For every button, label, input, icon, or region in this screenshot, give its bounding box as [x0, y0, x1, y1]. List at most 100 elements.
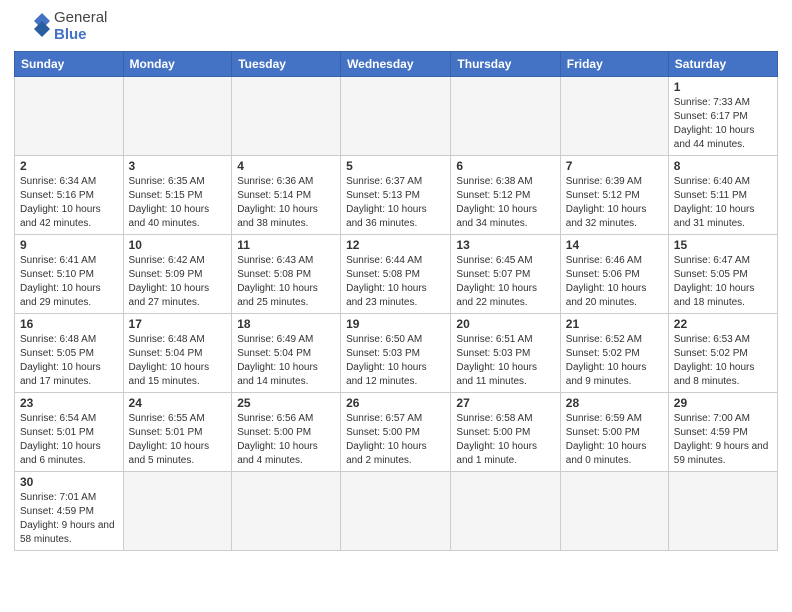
day-info: Sunrise: 6:48 AM Sunset: 5:04 PM Dayligh… — [129, 333, 227, 389]
day-number: 28 — [566, 396, 663, 410]
day-number: 26 — [346, 396, 445, 410]
calendar-cell: 15 Sunrise: 6:47 AM Sunset: 5:05 PM Dayli… — [668, 235, 777, 314]
day-info: Sunrise: 6:34 AM Sunset: 5:16 PM Dayligh… — [20, 175, 118, 231]
calendar-cell — [451, 77, 560, 156]
logo-blue: Blue — [54, 27, 107, 44]
day-info: Sunrise: 6:48 AM Sunset: 5:05 PM Dayligh… — [20, 333, 118, 389]
calendar-cell: 28 Sunrise: 6:59 AM Sunset: 5:00 PM Dayli… — [560, 393, 668, 472]
day-number: 7 — [566, 159, 663, 173]
weekday-header-saturday: Saturday — [668, 52, 777, 77]
calendar-header-row: SundayMondayTuesdayWednesdayThursdayFrid… — [15, 52, 778, 77]
day-info: Sunrise: 7:00 AM Sunset: 4:59 PM Dayligh… — [674, 412, 772, 468]
calendar-cell: 29 Sunrise: 7:00 AM Sunset: 4:59 PM Dayli… — [668, 393, 777, 472]
weekday-header-friday: Friday — [560, 52, 668, 77]
calendar-week-row: 1Sunrise: 7:33 AM Sunset: 6:17 PM Daylig… — [15, 77, 778, 156]
calendar-cell: 4 Sunrise: 6:36 AM Sunset: 5:14 PM Daylig… — [232, 156, 341, 235]
calendar-cell: 3 Sunrise: 6:35 AM Sunset: 5:15 PM Daylig… — [123, 156, 232, 235]
calendar-week-row: 9 Sunrise: 6:41 AM Sunset: 5:10 PM Daylig… — [15, 235, 778, 314]
day-number: 24 — [129, 396, 227, 410]
weekday-header-thursday: Thursday — [451, 52, 560, 77]
day-info: Sunrise: 6:36 AM Sunset: 5:14 PM Dayligh… — [237, 175, 335, 231]
weekday-header-wednesday: Wednesday — [341, 52, 451, 77]
day-number: 27 — [456, 396, 554, 410]
calendar-cell: 24 Sunrise: 6:55 AM Sunset: 5:01 PM Dayli… — [123, 393, 232, 472]
calendar-cell — [668, 472, 777, 551]
day-number: 21 — [566, 317, 663, 331]
day-info: Sunrise: 6:44 AM Sunset: 5:08 PM Dayligh… — [346, 254, 445, 310]
day-number: 3 — [129, 159, 227, 173]
calendar-cell: 16Sunrise: 6:48 AM Sunset: 5:05 PM Dayli… — [15, 314, 124, 393]
calendar-week-row: 23 Sunrise: 6:54 AM Sunset: 5:01 PM Dayli… — [15, 393, 778, 472]
day-info: Sunrise: 6:35 AM Sunset: 5:15 PM Dayligh… — [129, 175, 227, 231]
day-number: 19 — [346, 317, 445, 331]
calendar-cell: 1Sunrise: 7:33 AM Sunset: 6:17 PM Daylig… — [668, 77, 777, 156]
day-number: 18 — [237, 317, 335, 331]
day-info: Sunrise: 6:55 AM Sunset: 5:01 PM Dayligh… — [129, 412, 227, 468]
calendar-cell: 20Sunrise: 6:51 AM Sunset: 5:03 PM Dayli… — [451, 314, 560, 393]
day-info: Sunrise: 6:43 AM Sunset: 5:08 PM Dayligh… — [237, 254, 335, 310]
day-info: Sunrise: 6:41 AM Sunset: 5:10 PM Dayligh… — [20, 254, 118, 310]
calendar-cell: 7 Sunrise: 6:39 AM Sunset: 5:12 PM Daylig… — [560, 156, 668, 235]
day-number: 14 — [566, 238, 663, 252]
day-number: 22 — [674, 317, 772, 331]
day-info: Sunrise: 6:56 AM Sunset: 5:00 PM Dayligh… — [237, 412, 335, 468]
calendar-cell — [15, 77, 124, 156]
calendar-cell — [232, 77, 341, 156]
day-info: Sunrise: 6:57 AM Sunset: 5:00 PM Dayligh… — [346, 412, 445, 468]
day-info: Sunrise: 6:59 AM Sunset: 5:00 PM Dayligh… — [566, 412, 663, 468]
day-number: 12 — [346, 238, 445, 252]
day-info: Sunrise: 6:39 AM Sunset: 5:12 PM Dayligh… — [566, 175, 663, 231]
calendar-cell: 9 Sunrise: 6:41 AM Sunset: 5:10 PM Daylig… — [15, 235, 124, 314]
day-number: 6 — [456, 159, 554, 173]
calendar-cell: 2 Sunrise: 6:34 AM Sunset: 5:16 PM Daylig… — [15, 156, 124, 235]
day-info: Sunrise: 6:37 AM Sunset: 5:13 PM Dayligh… — [346, 175, 445, 231]
day-number: 23 — [20, 396, 118, 410]
day-number: 4 — [237, 159, 335, 173]
calendar-cell: 12 Sunrise: 6:44 AM Sunset: 5:08 PM Dayli… — [341, 235, 451, 314]
calendar-cell — [123, 472, 232, 551]
day-info: Sunrise: 6:46 AM Sunset: 5:06 PM Dayligh… — [566, 254, 663, 310]
calendar-week-row: 16Sunrise: 6:48 AM Sunset: 5:05 PM Dayli… — [15, 314, 778, 393]
day-number: 2 — [20, 159, 118, 173]
day-number: 15 — [674, 238, 772, 252]
logo-text: General Blue — [54, 10, 107, 43]
day-number: 9 — [20, 238, 118, 252]
calendar-week-row: 30Sunrise: 7:01 AM Sunset: 4:59 PM Dayli… — [15, 472, 778, 551]
calendar-cell: 30Sunrise: 7:01 AM Sunset: 4:59 PM Dayli… — [15, 472, 124, 551]
day-info: Sunrise: 6:54 AM Sunset: 5:01 PM Dayligh… — [20, 412, 118, 468]
weekday-header-sunday: Sunday — [15, 52, 124, 77]
calendar-cell: 25 Sunrise: 6:56 AM Sunset: 5:00 PM Dayli… — [232, 393, 341, 472]
calendar-cell: 18 Sunrise: 6:49 AM Sunset: 5:04 PM Dayli… — [232, 314, 341, 393]
calendar-table: SundayMondayTuesdayWednesdayThursdayFrid… — [14, 51, 778, 551]
calendar-week-row: 2 Sunrise: 6:34 AM Sunset: 5:16 PM Daylig… — [15, 156, 778, 235]
day-number: 13 — [456, 238, 554, 252]
day-info: Sunrise: 6:38 AM Sunset: 5:12 PM Dayligh… — [456, 175, 554, 231]
logo: General Blue — [14, 10, 107, 43]
calendar-cell: 8Sunrise: 6:40 AM Sunset: 5:11 PM Daylig… — [668, 156, 777, 235]
calendar-cell — [560, 77, 668, 156]
calendar-cell: 22Sunrise: 6:53 AM Sunset: 5:02 PM Dayli… — [668, 314, 777, 393]
day-number: 17 — [129, 317, 227, 331]
calendar-cell: 23 Sunrise: 6:54 AM Sunset: 5:01 PM Dayli… — [15, 393, 124, 472]
day-number: 25 — [237, 396, 335, 410]
day-info: Sunrise: 6:58 AM Sunset: 5:00 PM Dayligh… — [456, 412, 554, 468]
calendar-cell: 14 Sunrise: 6:46 AM Sunset: 5:06 PM Dayli… — [560, 235, 668, 314]
weekday-header-tuesday: Tuesday — [232, 52, 341, 77]
logo-general: General — [54, 10, 107, 27]
calendar-cell — [341, 77, 451, 156]
day-number: 29 — [674, 396, 772, 410]
calendar-cell — [560, 472, 668, 551]
header: General Blue — [14, 10, 778, 43]
calendar-cell: 27 Sunrise: 6:58 AM Sunset: 5:00 PM Dayli… — [451, 393, 560, 472]
calendar-cell: 11Sunrise: 6:43 AM Sunset: 5:08 PM Dayli… — [232, 235, 341, 314]
day-number: 8 — [674, 159, 772, 173]
day-info: Sunrise: 6:49 AM Sunset: 5:04 PM Dayligh… — [237, 333, 335, 389]
day-info: Sunrise: 6:50 AM Sunset: 5:03 PM Dayligh… — [346, 333, 445, 389]
day-info: Sunrise: 7:01 AM Sunset: 4:59 PM Dayligh… — [20, 491, 118, 547]
day-number: 1 — [674, 80, 772, 94]
calendar-cell: 19 Sunrise: 6:50 AM Sunset: 5:03 PM Dayli… — [341, 314, 451, 393]
day-info: Sunrise: 6:47 AM Sunset: 5:05 PM Dayligh… — [674, 254, 772, 310]
calendar-cell: 10Sunrise: 6:42 AM Sunset: 5:09 PM Dayli… — [123, 235, 232, 314]
day-info: Sunrise: 6:45 AM Sunset: 5:07 PM Dayligh… — [456, 254, 554, 310]
calendar-cell — [232, 472, 341, 551]
